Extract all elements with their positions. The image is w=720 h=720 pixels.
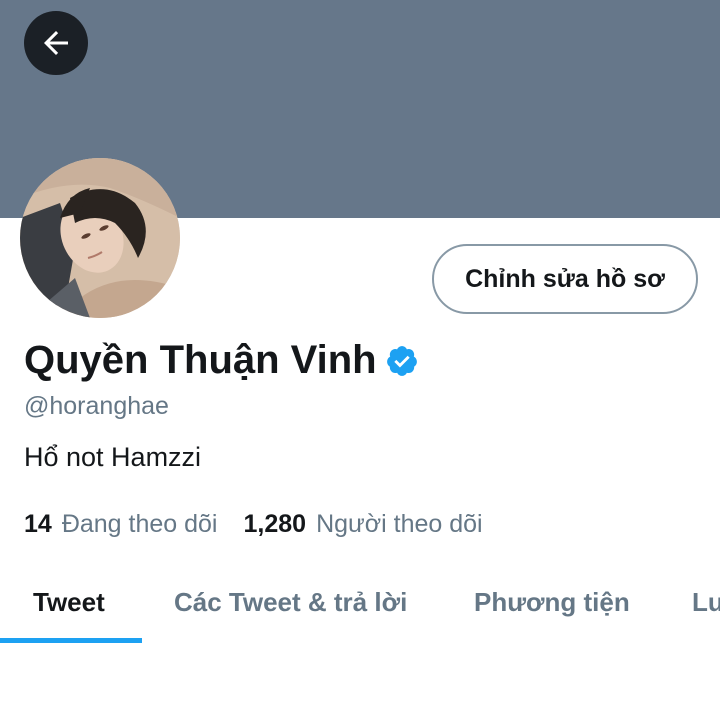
avatar[interactable]: [20, 158, 180, 318]
back-button[interactable]: [24, 11, 88, 75]
profile-bio: Hổ not Hamzzi: [24, 442, 202, 472]
user-handle: @horanghae: [24, 392, 169, 420]
arrow-left-icon: [44, 31, 68, 55]
follow-stats: 14 Đang theo dõi 1,280 Người theo dõi: [24, 510, 483, 539]
following-count: 14: [24, 510, 52, 538]
display-name: Quyền Thuận Vinh: [24, 338, 419, 383]
followers-count: 1,280: [243, 510, 307, 538]
profile-tabs: Tweet Các Tweet & trả lời Phương tiện Lư…: [0, 560, 720, 644]
tab-likes[interactable]: Lượt thích: [692, 560, 720, 644]
following-stat[interactable]: 14 Đang theo dõi: [24, 510, 218, 539]
followers-stat[interactable]: 1,280 Người theo dõi: [244, 510, 483, 539]
verified-badge-icon: [385, 344, 419, 378]
tab-media[interactable]: Phương tiện: [474, 560, 630, 644]
edit-profile-button[interactable]: Chỉnh sửa hồ sơ: [432, 244, 698, 314]
followers-label: Người theo dõi: [316, 510, 483, 538]
display-name-text: Quyền Thuận Vinh: [24, 338, 377, 382]
following-label: Đang theo dõi: [61, 510, 218, 538]
tab-tweets-and-replies[interactable]: Các Tweet & trả lời: [174, 560, 407, 644]
tab-tweets[interactable]: Tweet: [33, 560, 105, 644]
active-tab-indicator: [0, 638, 142, 643]
